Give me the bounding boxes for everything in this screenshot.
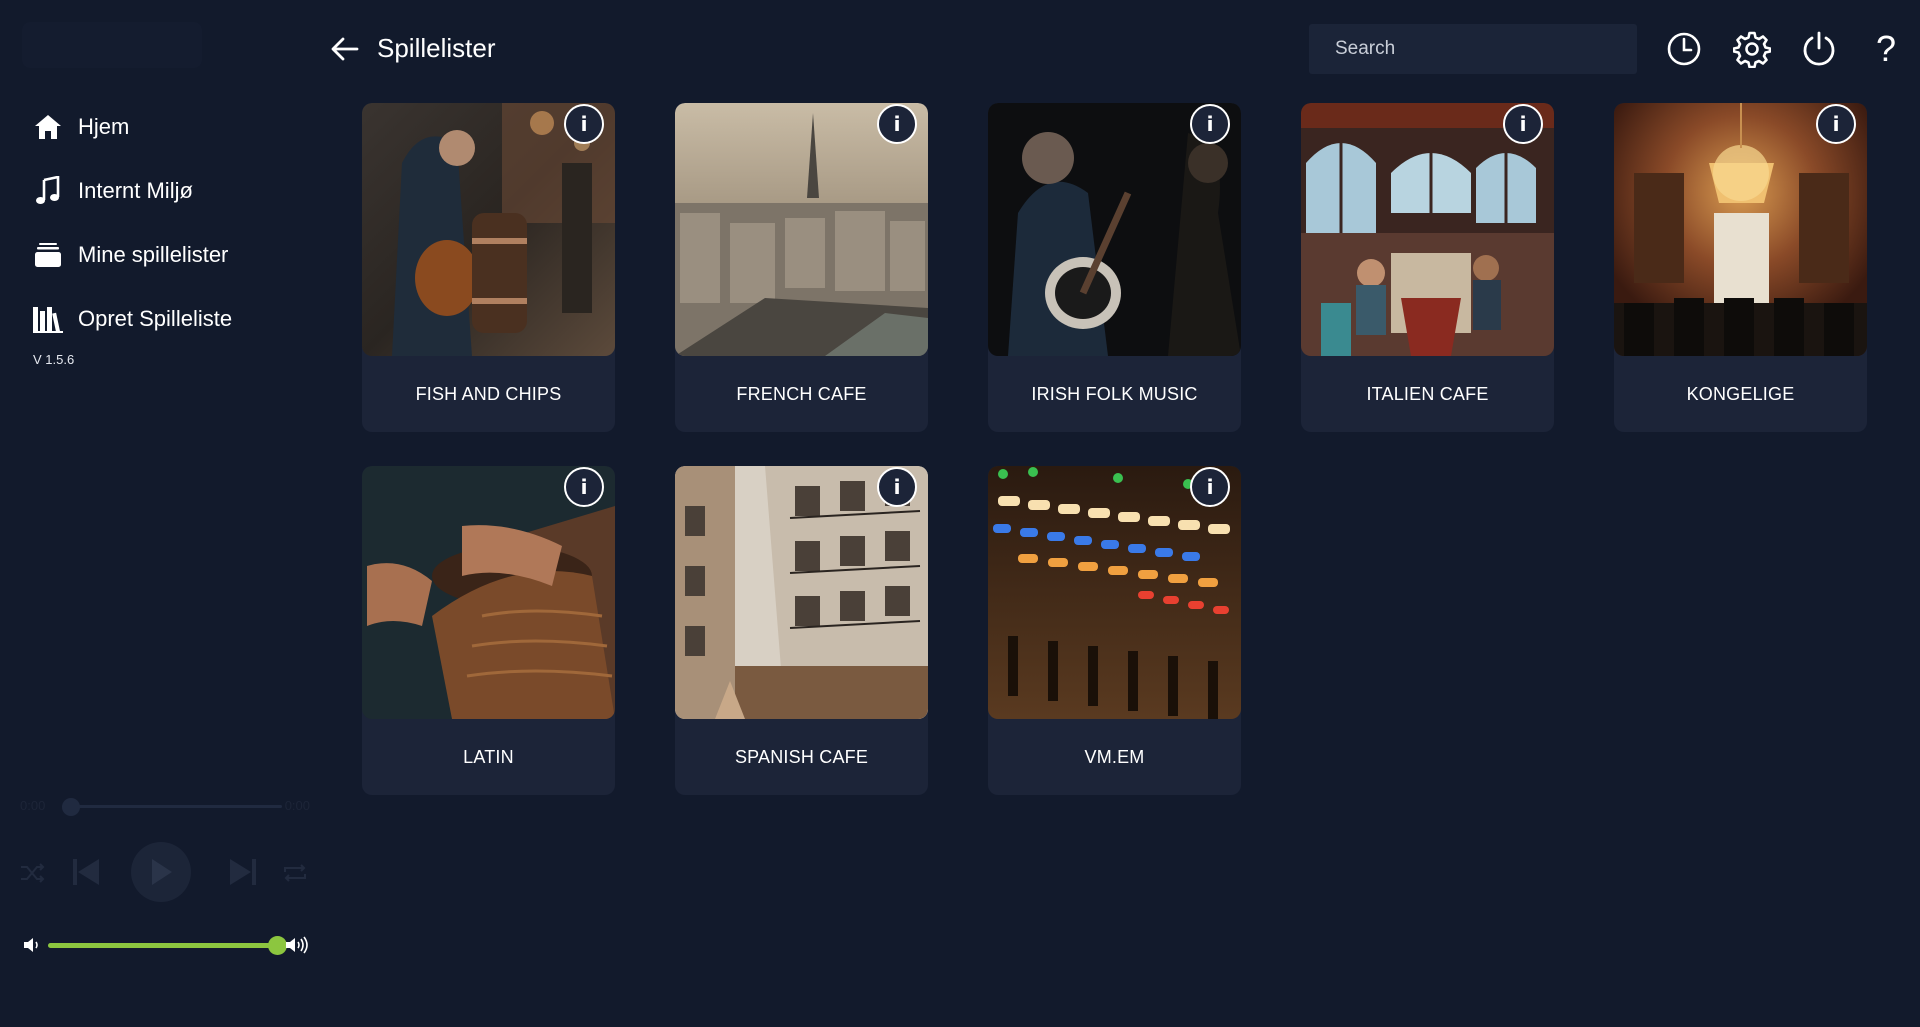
settings-button[interactable]	[1732, 29, 1772, 69]
player-controls	[18, 840, 308, 904]
playback-progress: 0:00 0:00	[20, 796, 310, 816]
help-button[interactable]: ?	[1866, 28, 1906, 69]
progress-track[interactable]	[62, 805, 282, 808]
playlist-info-button[interactable]: i	[1503, 104, 1543, 144]
playlist-name: VM.EM	[1084, 746, 1145, 767]
repeat-icon	[284, 864, 306, 882]
playlist-info-button[interactable]: i	[564, 104, 604, 144]
volume-high-icon[interactable]	[284, 935, 308, 955]
playlist-info-button[interactable]: i	[1816, 104, 1856, 144]
playlist-card[interactable]: i KONGELIGE	[1614, 103, 1867, 432]
shuffle-icon	[21, 863, 45, 883]
sidebar-item-create-playlist[interactable]: Opret Spilleliste	[32, 299, 302, 339]
skip-previous-icon	[73, 859, 99, 885]
playlist-name: SPANISH CAFE	[734, 746, 869, 767]
library-icon	[32, 303, 64, 335]
playlist-card[interactable]: i IRISH FOLK MUSIC	[988, 103, 1241, 432]
sidebar-item-label: Mine spillelister	[78, 242, 229, 267]
volume-level	[48, 943, 277, 948]
play-icon	[152, 859, 172, 885]
playlist-info-button[interactable]: i	[877, 467, 917, 507]
playlist-name: ITALIEN CAFE	[1366, 383, 1489, 404]
history-icon	[1667, 32, 1701, 66]
playlist-card[interactable]: i FISH AND CHIPS	[362, 103, 615, 432]
power-icon	[1803, 31, 1835, 66]
sidebar-item-home[interactable]: Hjem	[32, 107, 302, 147]
power-button[interactable]	[1799, 29, 1839, 69]
playlist-card[interactable]: i VM.EM	[988, 466, 1241, 795]
playlist-name: FISH AND CHIPS	[415, 383, 562, 404]
history-button[interactable]	[1664, 29, 1704, 69]
time-current: 0:00	[20, 798, 46, 813]
playlist-name: LATIN	[463, 746, 514, 767]
sidebar-item-internal-environment[interactable]: Internt Miljø	[32, 171, 302, 211]
playlist-card[interactable]: i SPANISH CAFE	[675, 466, 928, 795]
repeat-button[interactable]	[280, 858, 310, 888]
sidebar-item-label: Opret Spilleliste	[78, 306, 233, 331]
playlist-info-button[interactable]: i	[1190, 104, 1230, 144]
music-note-icon	[32, 175, 64, 207]
sidebar: Hjem Internt Miljø Mine spillelister Opr…	[0, 0, 316, 1027]
volume-low-icon[interactable]	[22, 935, 46, 955]
back-arrow-icon	[331, 37, 359, 61]
sidebar-item-my-playlists[interactable]: Mine spillelister	[32, 235, 302, 275]
app-logo	[22, 22, 202, 68]
stack-icon	[32, 239, 64, 271]
home-icon	[32, 111, 64, 143]
shuffle-button[interactable]	[18, 858, 48, 888]
playlist-name: FRENCH CAFE	[736, 383, 867, 404]
settings-icon	[1733, 31, 1771, 68]
sidebar-item-label: Hjem	[78, 114, 130, 139]
playlist-card[interactable]: i LATIN	[362, 466, 615, 795]
playlist-name: KONGELIGE	[1686, 383, 1795, 404]
skip-next-icon	[230, 859, 256, 885]
page-title: Spillelister	[377, 33, 496, 63]
playlist-name: IRISH FOLK MUSIC	[1031, 383, 1198, 404]
volume-slider[interactable]	[48, 936, 294, 955]
next-button[interactable]	[225, 854, 261, 890]
previous-button[interactable]	[68, 854, 104, 890]
play-button[interactable]	[131, 842, 191, 902]
app-version: V 1.5.6	[33, 352, 75, 367]
playlist-card[interactable]: i FRENCH CAFE	[675, 103, 928, 432]
playlist-info-button[interactable]: i	[877, 104, 917, 144]
time-total: 0:00	[284, 798, 310, 813]
progress-thumb[interactable]	[62, 798, 80, 816]
playlist-card[interactable]: i ITALIEN CAFE	[1301, 103, 1554, 432]
playlist-info-button[interactable]: i	[1190, 467, 1230, 507]
back-button[interactable]	[328, 32, 362, 66]
playlist-info-button[interactable]: i	[564, 467, 604, 507]
search-input[interactable]	[1309, 24, 1637, 74]
volume-control	[22, 930, 312, 960]
sidebar-item-label: Internt Miljø	[78, 178, 193, 203]
